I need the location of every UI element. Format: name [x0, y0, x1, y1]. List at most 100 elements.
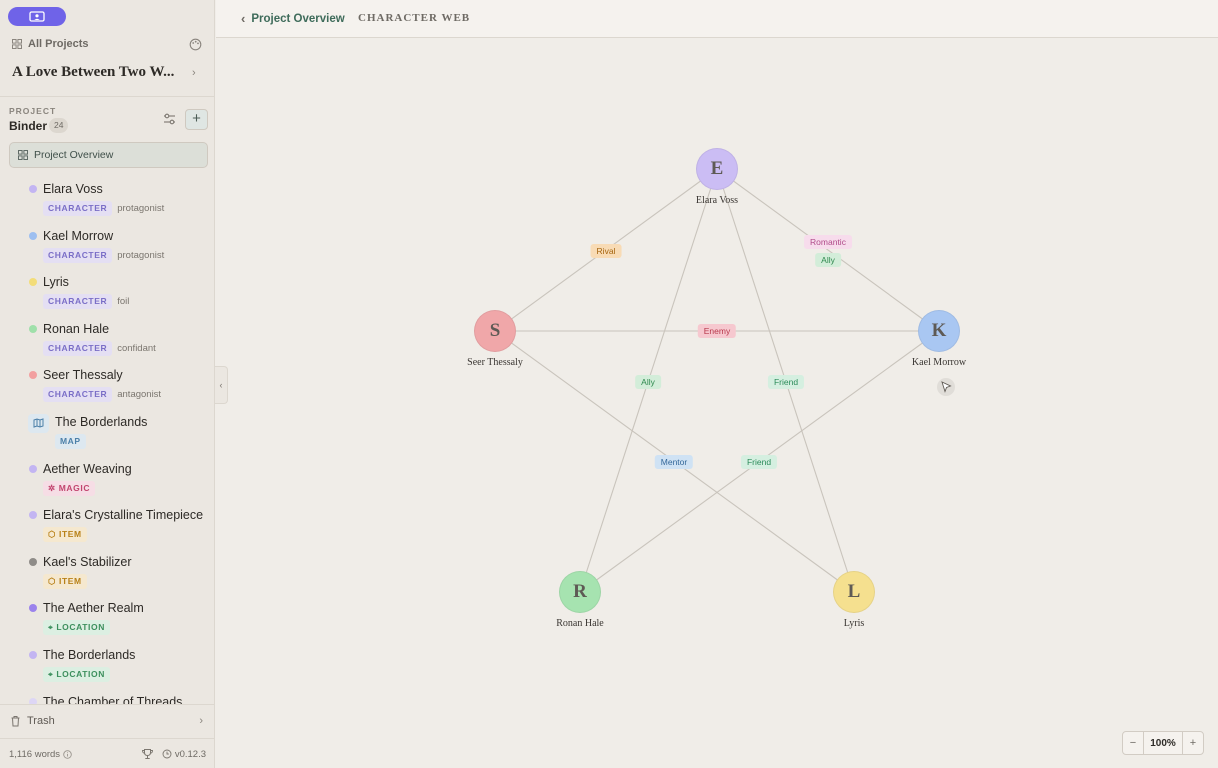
item-name: Elara's Crystalline Timepiece — [43, 508, 204, 523]
binder-item-aether-weaving[interactable]: Aether Weaving ✲ MAGIC — [0, 456, 215, 503]
trash-label: Trash — [27, 715, 55, 727]
role-label: antagonist — [117, 389, 162, 401]
breadcrumb-back-label: Project Overview — [251, 12, 345, 25]
color-dot — [29, 650, 37, 659]
character-node-lyris[interactable]: L — [833, 571, 875, 613]
sparkle-icon: ✲ — [48, 482, 56, 493]
character-node-ronan-hale[interactable]: R — [559, 571, 601, 613]
role-label: foil — [117, 296, 130, 308]
item-name: Lyris — [43, 275, 69, 290]
monitor-user-icon — [29, 10, 45, 22]
all-projects-label: All Projects — [28, 38, 89, 50]
chevron-right-icon: › — [199, 715, 203, 727]
type-tag: ⬡ ITEM — [43, 527, 87, 543]
zoom-out-button[interactable]: − — [1123, 732, 1144, 754]
sliders-icon[interactable] — [162, 112, 177, 131]
binder-item-the-borderlands-map[interactable]: The Borderlands MAP — [0, 409, 215, 456]
trash-icon — [11, 716, 20, 727]
type-tag: ⌖ LOCATION — [43, 620, 110, 636]
zoom-level[interactable]: 100% — [1144, 732, 1182, 754]
add-item-button[interactable]: + — [185, 109, 208, 130]
binder-item-seer-thessaly[interactable]: Seer Thessaly CHARACTER antagonist — [0, 362, 215, 409]
divider — [0, 96, 215, 97]
sidebar-footer: 1,116 words v0.12.3 — [0, 740, 215, 768]
type-tag-label: MAGIC — [58, 482, 91, 493]
edge-e-k — [716, 168, 940, 332]
relationship-label-enemy[interactable]: Enemy — [697, 324, 737, 338]
all-projects-link[interactable]: All Projects — [12, 38, 89, 50]
binder-item-lyris[interactable]: Lyris CHARACTER foil — [0, 269, 215, 316]
color-dot — [29, 324, 37, 333]
color-dot — [29, 604, 37, 613]
binder-item-elara-voss[interactable]: Elara Voss CHARACTER protagonist — [0, 176, 215, 223]
type-tag-label: LOCATION — [56, 668, 105, 679]
color-dot — [29, 371, 37, 380]
type-tag: MAP — [55, 433, 86, 449]
type-tag: CHARACTER — [43, 340, 113, 356]
trophy-icon[interactable] — [141, 748, 154, 760]
item-name: Seer Thessaly — [43, 368, 123, 383]
item-name: Ronan Hale — [43, 321, 110, 336]
binder-item-kaels-stabilizer[interactable]: Kael's Stabilizer ⬡ ITEM — [0, 549, 215, 596]
role-label: confidant — [117, 342, 156, 354]
relationship-label-mentor[interactable]: Mentor — [654, 455, 694, 469]
item-name: The Borderlands — [55, 414, 148, 429]
item-name: Aether Weaving — [43, 461, 132, 476]
project-overview-button[interactable]: Project Overview — [9, 142, 208, 168]
type-tag-label: ITEM — [59, 529, 82, 540]
relationship-label-ally[interactable]: Ally — [815, 253, 841, 267]
chevron-right-icon[interactable]: › — [192, 67, 196, 79]
type-tag: ⬡ ITEM — [43, 573, 87, 589]
info-icon[interactable] — [63, 749, 72, 759]
project-title[interactable]: A Love Between Two W... — [12, 64, 174, 81]
type-tag: CHARACTER — [43, 294, 113, 310]
divider — [0, 704, 215, 705]
character-web-canvas[interactable]: Rival Romantic Ally Enemy Ally Friend Mentor Fr… — [216, 39, 1218, 768]
character-node-kael-morrow[interactable]: K — [918, 310, 960, 352]
version-label: v0.12.3 — [174, 748, 206, 760]
divider — [0, 738, 215, 739]
color-dot — [29, 464, 37, 473]
binder-item-the-aether-realm[interactable]: The Aether Realm ⌖ LOCATION — [0, 595, 215, 642]
item-name: The Aether Realm — [43, 601, 144, 616]
character-node-label: Seer Thessaly — [467, 357, 523, 368]
relationship-label-ally[interactable]: Ally — [635, 375, 661, 389]
relationship-label-rival[interactable]: Rival — [590, 244, 622, 258]
binder-item-kael-morrow[interactable]: Kael Morrow CHARACTER protagonist — [0, 223, 215, 270]
binder-item-elaras-crystalline-timepiece[interactable]: Elara's Crystalline Timepiece ⬡ ITEM — [0, 502, 215, 549]
color-dot — [29, 511, 37, 520]
back-to-project-overview[interactable]: ‹ Project Overview — [241, 11, 345, 26]
relationship-label-friend[interactable]: Friend — [767, 375, 805, 389]
word-count: 1,116 words — [9, 749, 72, 760]
box-icon: ⬡ — [48, 575, 57, 586]
relationship-label-romantic[interactable]: Romantic — [804, 235, 852, 249]
binder-item-ronan-hale[interactable]: Ronan Hale CHARACTER confidant — [0, 316, 215, 363]
character-node-label: Ronan Hale — [556, 618, 604, 629]
section-label: PROJECT — [9, 106, 57, 116]
palette-icon[interactable] — [189, 38, 202, 56]
trash-link[interactable]: Trash › — [0, 706, 215, 736]
character-node-label: Elara Voss — [695, 195, 739, 206]
relationship-label-friend[interactable]: Friend — [740, 455, 778, 469]
item-name: The Chamber of Threads — [43, 694, 183, 704]
map-icon — [28, 413, 49, 433]
version-info: v0.12.3 — [162, 749, 206, 760]
binder-list: Elara Voss CHARACTER protagonist Kael Mor… — [0, 176, 215, 704]
type-tag: CHARACTER — [43, 201, 113, 216]
binder-item-the-chamber-of-threads[interactable]: The Chamber of Threads — [0, 689, 215, 704]
workspace-mode-button[interactable] — [8, 7, 66, 26]
character-node-label: Lyris — [843, 618, 865, 629]
item-name: The Borderlands — [43, 647, 136, 662]
chevron-left-icon: ‹ — [241, 11, 246, 26]
character-node-label: Kael Morrow — [911, 357, 967, 368]
zoom-in-button[interactable]: + — [1182, 732, 1203, 754]
type-tag: CHARACTER — [43, 387, 113, 403]
character-node-seer-thessaly[interactable]: S — [474, 310, 516, 352]
cursor-pointer-icon — [935, 376, 957, 398]
grid-icon — [12, 39, 22, 49]
binder-item-the-borderlands-location[interactable]: The Borderlands ⌖ LOCATION — [0, 642, 215, 689]
character-node-elara-voss[interactable]: E — [696, 148, 738, 190]
role-label: protagonist — [117, 203, 165, 214]
project-overview-label: Project Overview — [34, 149, 114, 161]
item-name: Elara Voss — [43, 182, 103, 196]
